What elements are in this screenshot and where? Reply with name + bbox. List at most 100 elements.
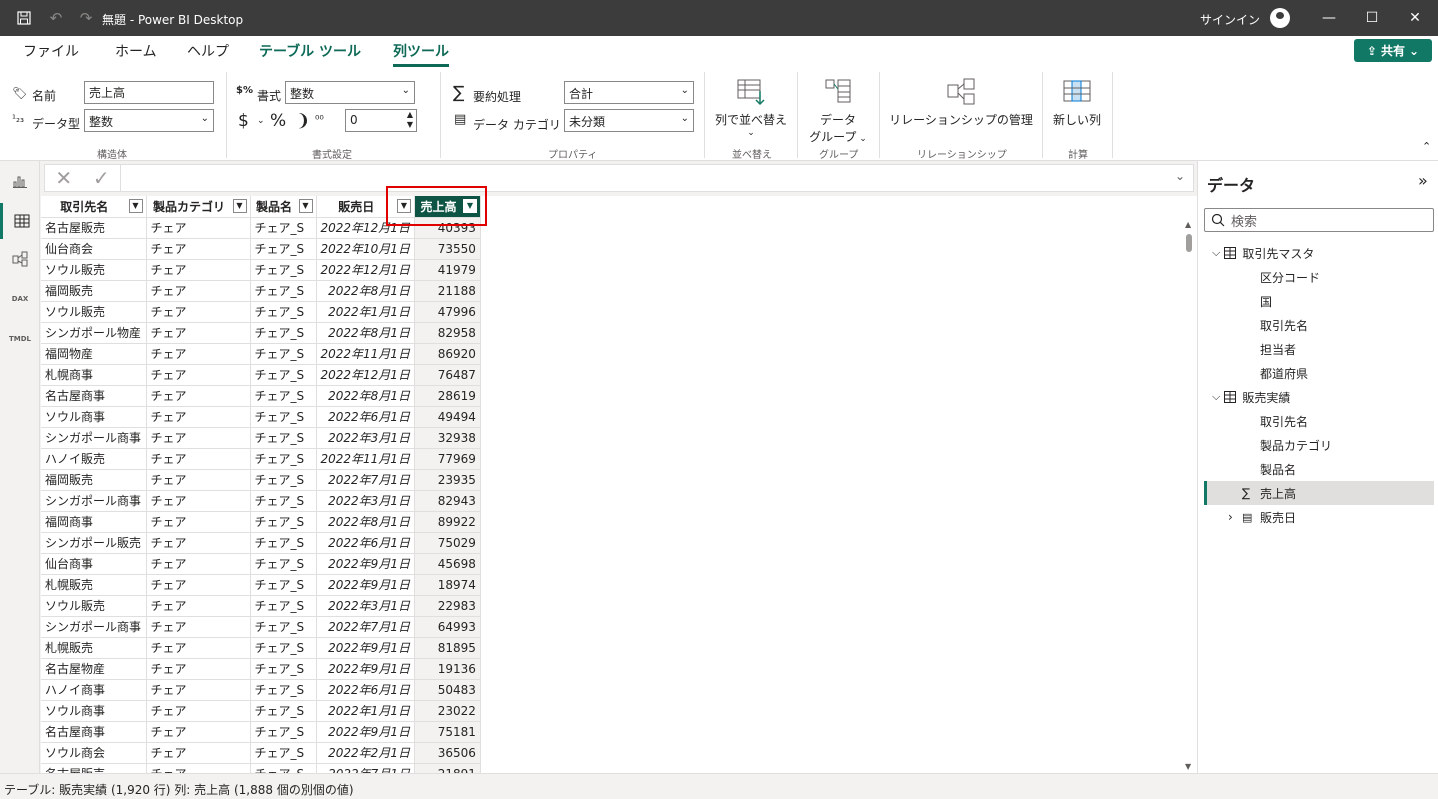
cell-category[interactable]: チェア <box>146 406 251 428</box>
cell-sale-date[interactable]: 2022年8月1日 <box>316 322 415 344</box>
table-row[interactable]: ソウル販売 チェア チェア_S 2022年1月1日 47996 <box>41 301 481 323</box>
table-row[interactable]: ソウル商事 チェア チェア_S 2022年1月1日 23022 <box>41 700 481 722</box>
table-row[interactable]: 福岡商事 チェア チェア_S 2022年8月1日 89922 <box>41 511 481 533</box>
cell-product[interactable]: チェア_S <box>250 595 317 617</box>
table-row[interactable]: 札幌商事 チェア チェア_S 2022年12月1日 76487 <box>41 364 481 386</box>
decimal-stepper[interactable]: 0 ▲ ▼ <box>345 109 417 132</box>
scroll-down-icon[interactable]: ▼ <box>1185 762 1191 771</box>
cell-sales[interactable]: 77969 <box>414 448 481 470</box>
maximize-button[interactable]: ☐ <box>1349 0 1395 36</box>
tab-home[interactable]: ホーム <box>115 41 157 61</box>
cell-sales[interactable]: 75029 <box>414 532 481 554</box>
cell-category[interactable]: チェア <box>146 238 251 260</box>
cell-sales[interactable]: 47996 <box>414 301 481 323</box>
cell-category[interactable]: チェア <box>146 364 251 386</box>
cell-customer[interactable]: シンガポール商事 <box>41 427 147 449</box>
cell-customer[interactable]: 仙台商事 <box>41 553 147 575</box>
cell-customer[interactable]: 名古屋販売 <box>41 217 147 239</box>
comma-button[interactable]: ❩ <box>296 111 310 131</box>
table-row[interactable]: ソウル販売 チェア チェア_S 2022年12月1日 41979 <box>41 259 481 281</box>
table-row[interactable]: ソウル商会 チェア チェア_S 2022年2月1日 36506 <box>41 742 481 764</box>
cell-product[interactable]: チェア_S <box>250 259 317 281</box>
model-view-icon[interactable] <box>0 241 40 277</box>
cell-category[interactable]: チェア <box>146 721 251 743</box>
close-button[interactable]: ✕ <box>1392 0 1438 36</box>
cell-sales[interactable]: 21188 <box>414 280 481 302</box>
cell-product[interactable]: チェア_S <box>250 343 317 365</box>
new-column-button[interactable]: 新しい列 <box>1048 77 1106 128</box>
cell-sales[interactable]: 75181 <box>414 721 481 743</box>
cell-product[interactable]: チェア_S <box>250 616 317 638</box>
cell-product[interactable]: チェア_S <box>250 721 317 743</box>
cell-sale-date[interactable]: 2022年3月1日 <box>316 427 415 449</box>
column-header-product[interactable]: 製品名 ▼ <box>250 196 317 218</box>
cell-sales[interactable]: 21891 <box>414 763 481 773</box>
cell-category[interactable]: チェア <box>146 553 251 575</box>
table-row[interactable]: シンガポール商事 チェア チェア_S 2022年3月1日 32938 <box>41 427 481 449</box>
cell-customer[interactable]: シンガポール物産 <box>41 322 147 344</box>
datatype-select[interactable]: 整数 ⌄ <box>84 109 214 132</box>
cell-sales[interactable]: 50483 <box>414 679 481 701</box>
cell-sale-date[interactable]: 2022年6月1日 <box>316 406 415 428</box>
table-row[interactable]: 名古屋商事 チェア チェア_S 2022年8月1日 28619 <box>41 385 481 407</box>
cell-product[interactable]: チェア_S <box>250 448 317 470</box>
cell-sale-date[interactable]: 2022年9月1日 <box>316 574 415 596</box>
sign-in-link[interactable]: サインイン <box>1200 11 1260 28</box>
cell-sale-date[interactable]: 2022年8月1日 <box>316 385 415 407</box>
tree-field[interactable]: 製品カテゴリ <box>1260 434 1332 456</box>
cell-product[interactable]: チェア_S <box>250 217 317 239</box>
tree-field[interactable]: 区分コード <box>1260 266 1320 288</box>
cell-product[interactable]: チェア_S <box>250 742 317 764</box>
tab-column-tools[interactable]: 列ツール <box>393 41 449 67</box>
cell-sale-date[interactable]: 2022年9月1日 <box>316 658 415 680</box>
cell-customer[interactable]: 仙台商会 <box>41 238 147 260</box>
cell-sales[interactable]: 82958 <box>414 322 481 344</box>
cell-category[interactable]: チェア <box>146 280 251 302</box>
data-groups-button[interactable]: データ グループ ⌄ <box>803 77 873 145</box>
cell-category[interactable]: チェア <box>146 763 251 773</box>
cell-customer[interactable]: ソウル販売 <box>41 259 147 281</box>
tree-field[interactable]: 都道府県 <box>1260 362 1308 384</box>
report-view-icon[interactable] <box>0 163 40 199</box>
cell-category[interactable]: チェア <box>146 658 251 680</box>
cell-category[interactable]: チェア <box>146 343 251 365</box>
sort-by-column-button[interactable]: 列で並べ替え ⌄ <box>712 77 790 138</box>
search-input[interactable]: 検索 <box>1204 208 1434 232</box>
filter-dropdown-icon[interactable]: ▼ <box>128 199 143 213</box>
cell-sale-date[interactable]: 2022年10月1日 <box>316 238 415 260</box>
data-category-select[interactable]: 未分類 ⌄ <box>564 109 694 132</box>
table-row[interactable]: シンガポール販売 チェア チェア_S 2022年6月1日 75029 <box>41 532 481 554</box>
table-row[interactable]: 名古屋販売チェアチェア_S2022年7月1日21891 <box>41 763 481 773</box>
table-row[interactable]: 仙台商会 チェア チェア_S 2022年10月1日 73550 <box>41 238 481 260</box>
cell-product[interactable]: チェア_S <box>250 406 317 428</box>
tree-field[interactable]: ∑ 売上高 <box>1242 482 1296 504</box>
cell-category[interactable]: チェア <box>146 301 251 323</box>
cell-product[interactable]: チェア_S <box>250 238 317 260</box>
cell-sale-date[interactable]: 2022年12月1日 <box>316 259 415 281</box>
tree-field[interactable]: 国 <box>1260 290 1272 312</box>
tab-table-tools[interactable]: テーブル ツール <box>259 41 361 61</box>
stepper-arrows-icon[interactable]: ▲ ▼ <box>407 110 413 130</box>
chevron-down-icon[interactable]: ⌵ <box>1212 246 1220 260</box>
cell-sale-date[interactable]: 2022年12月1日 <box>316 364 415 386</box>
table-row[interactable]: 福岡販売 チェア チェア_S 2022年7月1日 23935 <box>41 469 481 491</box>
percent-button[interactable]: % <box>270 111 286 131</box>
cell-sales[interactable]: 49494 <box>414 406 481 428</box>
cell-sale-date[interactable]: 2022年7月1日 <box>316 616 415 638</box>
table-row[interactable]: 札幌販売 チェア チェア_S 2022年9月1日 18974 <box>41 574 481 596</box>
cell-customer[interactable]: ソウル販売 <box>41 301 147 323</box>
cell-sales[interactable]: 23022 <box>414 700 481 722</box>
cell-customer[interactable]: 名古屋販売 <box>41 763 147 773</box>
decimal-places-icon[interactable]: ⁰⁰ <box>315 113 324 126</box>
cell-customer[interactable]: 札幌販売 <box>41 574 147 596</box>
cell-sales[interactable]: 73550 <box>414 238 481 260</box>
cell-product[interactable]: チェア_S <box>250 763 317 773</box>
cell-customer[interactable]: シンガポール商事 <box>41 616 147 638</box>
cell-category[interactable]: チェア <box>146 259 251 281</box>
collapse-ribbon-icon[interactable]: ⌃ <box>1422 140 1431 153</box>
cell-product[interactable]: チェア_S <box>250 511 317 533</box>
cell-product[interactable]: チェア_S <box>250 637 317 659</box>
cell-sales[interactable]: 18974 <box>414 574 481 596</box>
cell-product[interactable]: チェア_S <box>250 532 317 554</box>
cell-product[interactable]: チェア_S <box>250 658 317 680</box>
